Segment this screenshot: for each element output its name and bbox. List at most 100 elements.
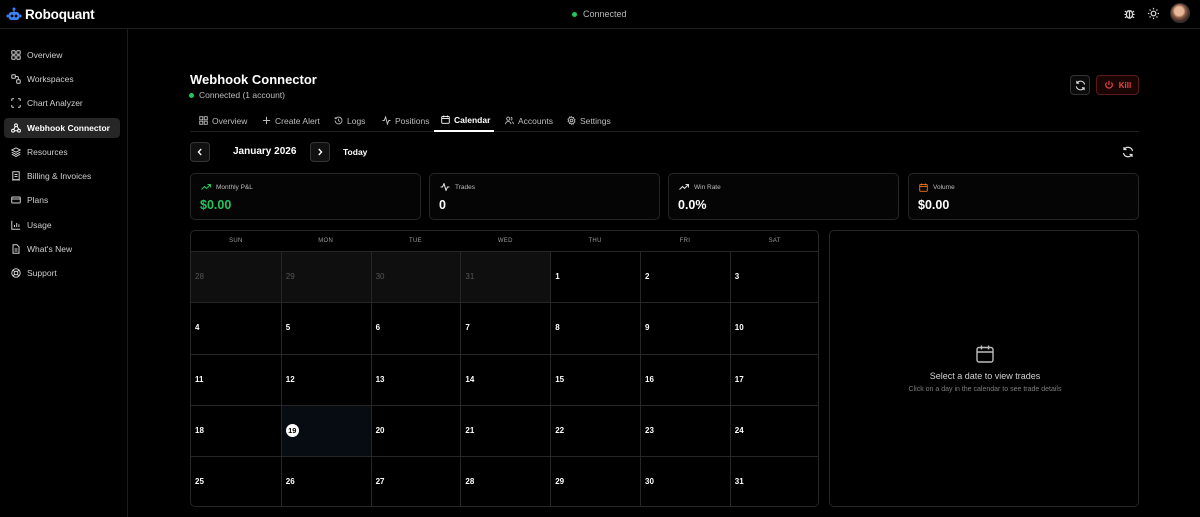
calendar-day[interactable]: 30 — [370, 251, 461, 303]
calendar-day[interactable]: 21 — [460, 404, 551, 457]
tab-accounts[interactable]: Accounts — [503, 109, 555, 132]
calendar-day-today[interactable]: 19 — [280, 404, 371, 457]
calendar-day[interactable]: 28 — [191, 251, 281, 303]
day-number: 23 — [645, 425, 654, 435]
calendar-grid: SUN MON TUE WED THU FRI SAT 28 29 30 31 1 2 3 4… — [190, 230, 819, 507]
day-number: 17 — [734, 374, 744, 384]
calendar-day[interactable]: 8 — [550, 302, 640, 354]
tab-logs[interactable]: Logs — [332, 109, 367, 132]
calendar-day[interactable]: 18 — [191, 404, 281, 456]
sidebar-item-usage[interactable]: Usage — [4, 215, 120, 235]
stat-card-trades: Trades 0 — [429, 173, 660, 220]
calendar-day[interactable]: 29 — [550, 456, 640, 506]
sidebar-item-plans[interactable]: Plans — [4, 190, 120, 210]
calendar-day[interactable]: 17 — [729, 353, 818, 405]
trade-detail-panel: Select a date to view trades Click on a … — [829, 230, 1139, 507]
refresh-button[interactable] — [1070, 75, 1090, 95]
kill-button[interactable]: Kill — [1096, 75, 1139, 95]
tab-create-alert[interactable]: Create Alert — [260, 109, 322, 132]
calendar-day[interactable]: 9 — [640, 302, 730, 354]
tab-calendar[interactable]: Calendar — [434, 109, 494, 132]
bug-icon[interactable] — [1122, 6, 1136, 20]
sidebar-item-chart-analyzer[interactable]: Chart Analyzer — [4, 93, 120, 113]
stat-label: Win Rate — [694, 183, 721, 191]
day-number: 7 — [465, 323, 470, 333]
calendar-day[interactable]: 15 — [550, 353, 640, 405]
calendar-day[interactable]: 4 — [191, 302, 281, 353]
day-number: 25 — [195, 477, 204, 487]
sidebar-item-whats-new[interactable]: What's New — [4, 239, 120, 259]
calendar-day[interactable]: 23 — [640, 404, 730, 457]
day-number: 11 — [195, 374, 204, 384]
calendar-day[interactable]: 30 — [640, 456, 730, 506]
calendar-day[interactable]: 14 — [460, 353, 551, 405]
calendar-day[interactable]: 28 — [460, 456, 551, 506]
today-button[interactable]: Today — [343, 147, 367, 157]
calendar-day[interactable]: 5 — [280, 302, 371, 354]
sidebar-item-webhook-connector[interactable]: Webhook Connector — [4, 118, 120, 138]
calendar-day[interactable]: 11 — [191, 353, 281, 405]
current-month-label: January 2026 — [233, 146, 297, 157]
stat-value: 0.0% — [678, 198, 707, 212]
sun-icon[interactable] — [1146, 6, 1160, 20]
weekday-header: WED — [497, 238, 513, 244]
app-name: Roboquant — [25, 6, 95, 22]
calendar-day[interactable]: 3 — [729, 251, 818, 303]
tab-positions[interactable]: Positions — [380, 109, 432, 132]
calendar-day[interactable]: 7 — [460, 302, 551, 354]
sidebar-item-label: Resources — [27, 147, 68, 157]
sidebar-item-support[interactable]: Support — [4, 263, 120, 283]
main-content: Webhook Connector Connected (1 account) … — [128, 29, 1200, 517]
calendar-day[interactable]: 31 — [729, 456, 818, 506]
calendar-day[interactable]: 2 — [640, 251, 730, 303]
sidebar-item-workspaces[interactable]: Workspaces — [4, 69, 120, 89]
bar-chart-icon — [11, 220, 21, 230]
plus-icon — [262, 116, 271, 125]
grid-icon — [199, 116, 208, 125]
calendar-day[interactable]: 31 — [460, 251, 551, 303]
avatar[interactable] — [1170, 3, 1190, 23]
day-number: 31 — [465, 272, 475, 281]
receipt-icon — [11, 171, 21, 181]
tab-label: Positions — [395, 115, 430, 126]
stat-value: 0 — [439, 198, 446, 212]
chevron-left-icon — [196, 148, 204, 156]
sidebar-item-billing[interactable]: Billing & Invoices — [4, 166, 120, 186]
weekday-header: SAT — [768, 238, 781, 244]
calendar-day[interactable]: 24 — [729, 404, 818, 457]
calendar-day[interactable]: 10 — [729, 302, 818, 354]
day-number: 5 — [285, 323, 291, 333]
day-number: 28 — [465, 477, 475, 487]
top-bar: Roboquant Connected — [0, 0, 1200, 29]
day-number: 29 — [555, 477, 565, 487]
sidebar-item-overview[interactable]: Overview — [4, 45, 120, 65]
calendar-day[interactable]: 26 — [280, 456, 371, 506]
day-number: 19 — [285, 423, 299, 437]
tab-overview[interactable]: Overview — [197, 109, 249, 132]
calendar-refresh-button[interactable] — [1122, 146, 1136, 160]
day-number: 30 — [645, 477, 654, 487]
calendar-day[interactable]: 6 — [370, 302, 461, 354]
layers-icon — [11, 147, 21, 157]
next-month-button[interactable] — [310, 142, 330, 162]
sidebar-item-resources[interactable]: Resources — [4, 142, 120, 162]
status-dot — [572, 11, 577, 17]
day-number: 16 — [645, 374, 654, 384]
calendar-day[interactable]: 1 — [550, 251, 640, 303]
day-number: 13 — [375, 374, 385, 384]
calendar-day[interactable]: 12 — [280, 353, 371, 405]
calendar-day[interactable]: 16 — [640, 353, 730, 405]
calendar-day[interactable]: 13 — [370, 353, 461, 405]
logo[interactable]: Roboquant — [6, 6, 95, 22]
calendar-day[interactable]: 25 — [191, 456, 281, 506]
day-number: 24 — [734, 425, 744, 435]
stat-label: Trades — [455, 183, 475, 191]
trending-up-icon — [201, 183, 211, 191]
previous-month-button[interactable] — [190, 142, 210, 162]
history-icon — [334, 116, 343, 125]
calendar-day[interactable]: 20 — [370, 404, 461, 457]
tab-settings[interactable]: Settings — [565, 109, 613, 132]
calendar-day[interactable]: 29 — [280, 251, 371, 303]
calendar-day[interactable]: 22 — [550, 404, 640, 457]
calendar-day[interactable]: 27 — [370, 456, 461, 506]
